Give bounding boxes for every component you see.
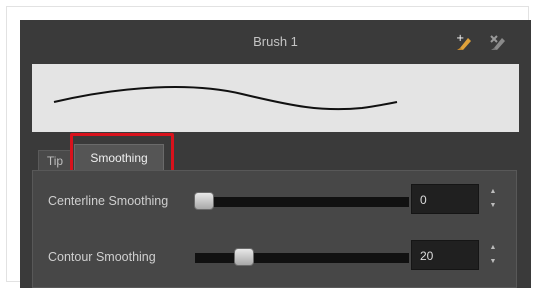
spin-down-icon[interactable]: ▼ xyxy=(487,257,499,267)
spin-up-icon[interactable]: ▲ xyxy=(487,187,499,197)
spin-up-icon[interactable]: ▲ xyxy=(487,243,499,253)
centerline-smoothing-row: Centerline Smoothing 0 ▲ ▼ xyxy=(33,183,518,219)
smoothing-settings: Centerline Smoothing 0 ▲ ▼ Contour Smoot… xyxy=(32,170,517,288)
centerline-smoothing-label: Centerline Smoothing xyxy=(48,194,169,208)
contour-smoothing-field[interactable]: 20 xyxy=(411,240,479,270)
svg-text:+: + xyxy=(456,33,464,44)
delete-brush-icon[interactable] xyxy=(488,32,508,52)
brush-header: Brush 1 + xyxy=(20,20,531,64)
contour-slider-thumb[interactable] xyxy=(234,248,254,266)
contour-spinner[interactable]: ▲ ▼ xyxy=(487,239,499,273)
contour-smoothing-label: Contour Smoothing xyxy=(48,250,156,264)
centerline-smoothing-field[interactable]: 0 xyxy=(411,184,479,214)
centerline-spinner[interactable]: ▲ ▼ xyxy=(487,183,499,217)
centerline-slider-thumb[interactable] xyxy=(194,192,214,210)
new-brush-icon[interactable]: + xyxy=(454,32,474,52)
brush-properties-panel: Brush 1 + Tip Smoothing Centerline Smoot… xyxy=(20,20,531,288)
tab-tip[interactable]: Tip xyxy=(38,150,72,172)
spin-down-icon[interactable]: ▼ xyxy=(487,201,499,211)
stroke-preview-graphic xyxy=(53,86,398,111)
contour-smoothing-row: Contour Smoothing 20 ▲ ▼ xyxy=(33,239,518,275)
contour-smoothing-slider[interactable] xyxy=(195,248,409,266)
centerline-smoothing-slider[interactable] xyxy=(194,192,409,210)
brush-stroke-preview xyxy=(32,64,519,132)
